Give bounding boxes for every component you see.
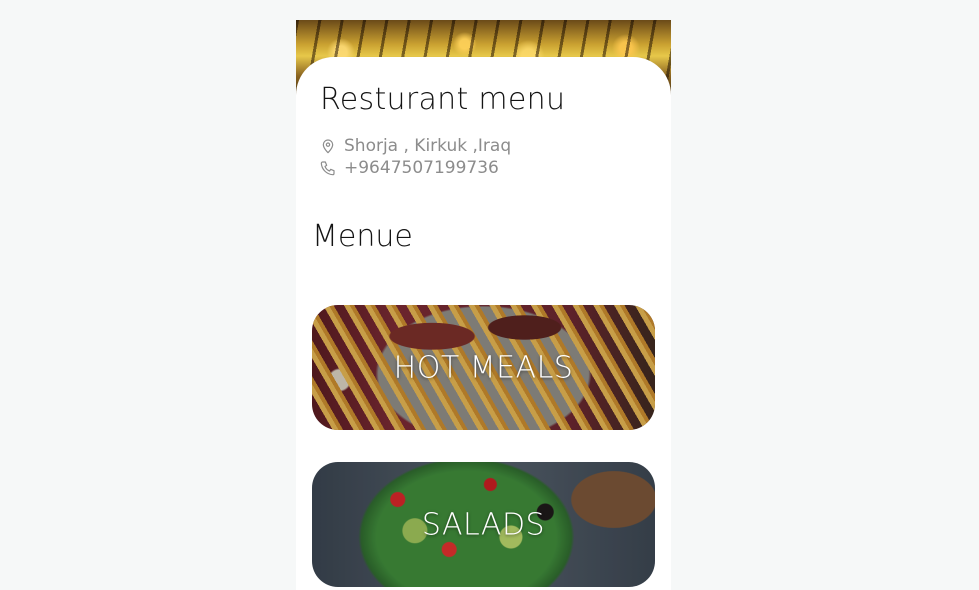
category-label: SALADS [421,507,546,542]
location-pin-icon [322,139,334,154]
page-title: Resturant menu [320,82,566,117]
category-card-hot-meals[interactable]: HOT MEALS [312,305,655,430]
location-row: Shorja , Kirkuk ,Iraq [320,136,511,156]
category-card-salads[interactable]: SALADS [312,462,655,587]
phone-row[interactable]: +9647507199736 [320,158,499,178]
category-label: HOT MEALS [393,350,574,385]
phone-icon [320,161,335,176]
menu-section-title: Menue [312,219,413,254]
app-screen: Resturant menu Shorja , Kirkuk ,Iraq +96… [296,20,671,590]
phone-number[interactable]: +9647507199736 [344,158,499,178]
location-text: Shorja , Kirkuk ,Iraq [344,136,512,156]
